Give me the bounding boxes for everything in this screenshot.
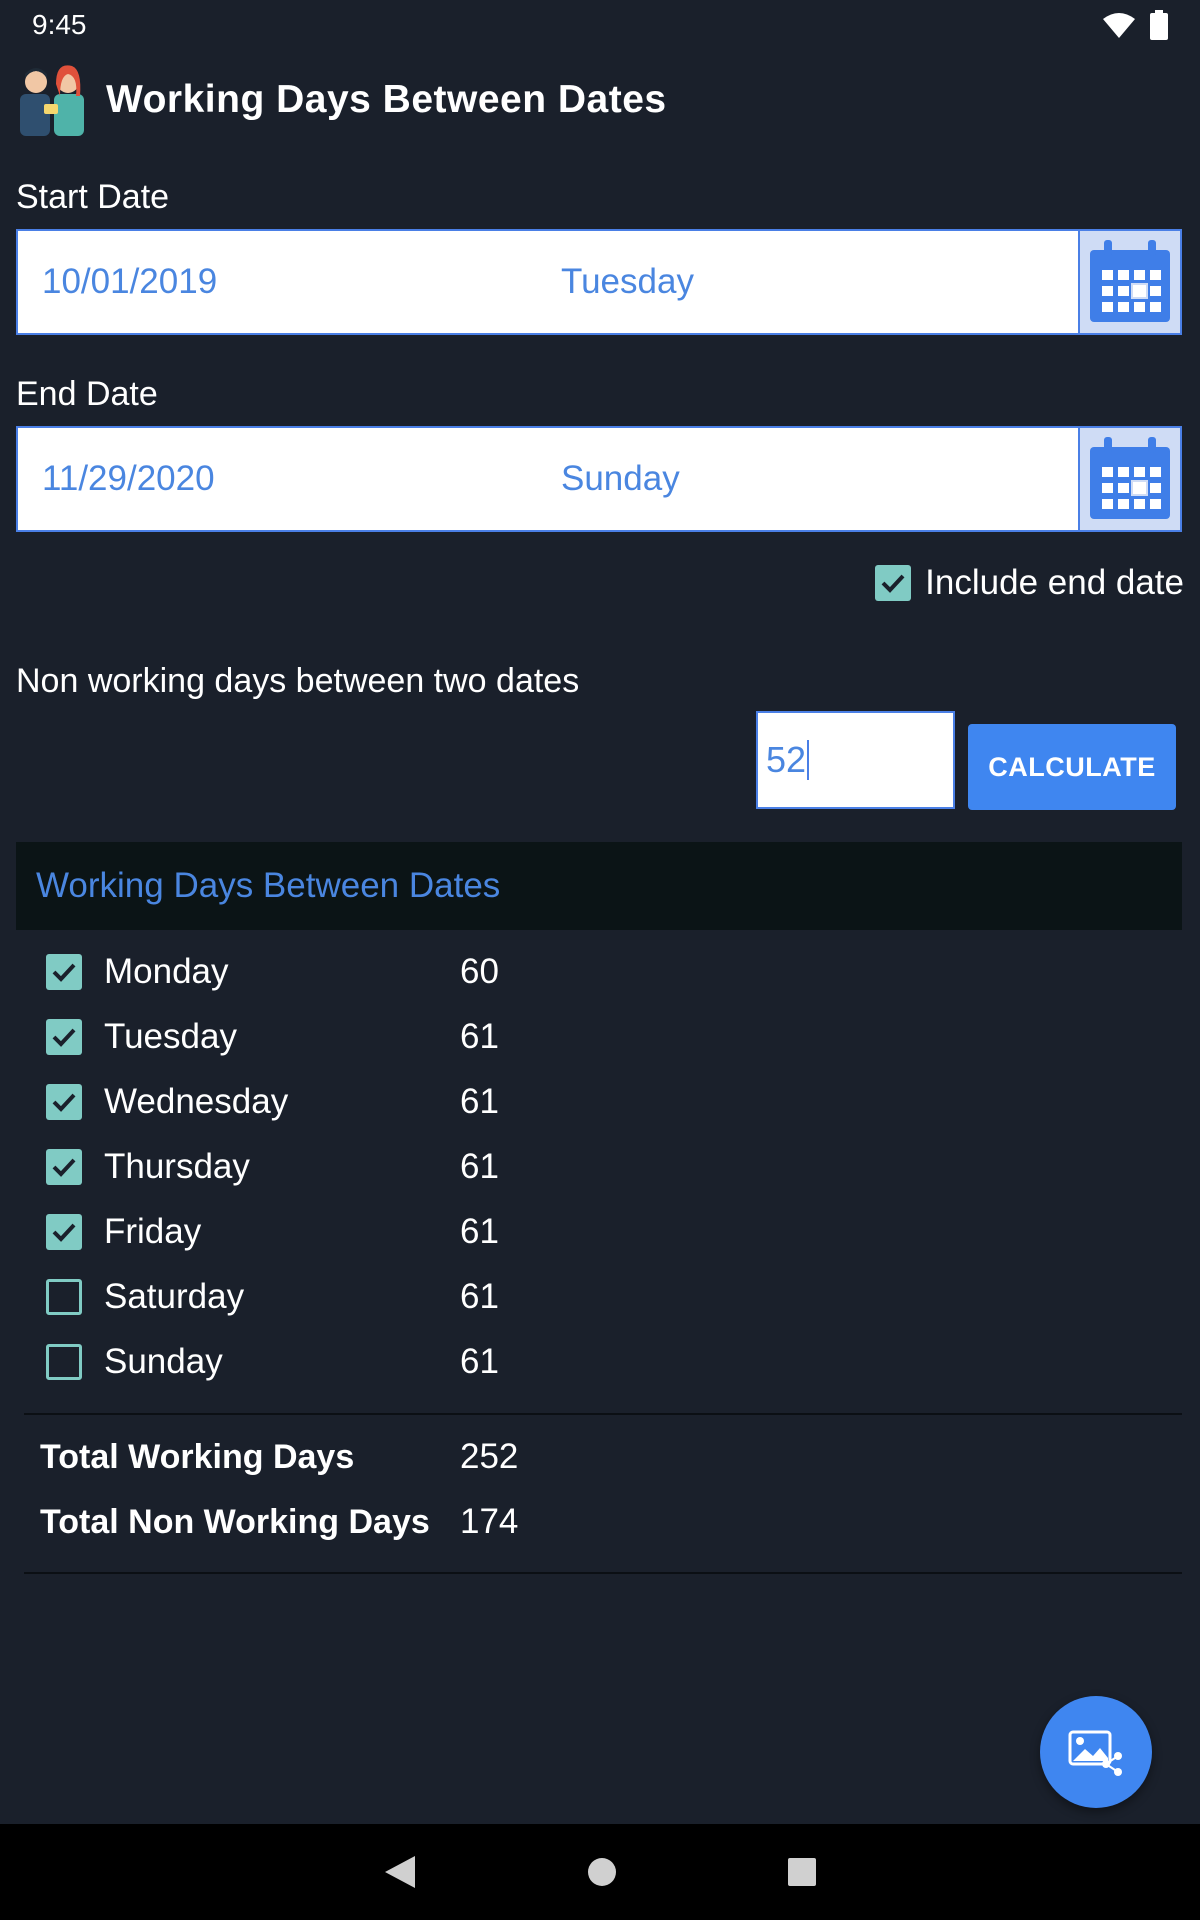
end-date-value: 11/29/2020 bbox=[42, 459, 215, 498]
calendar-icon bbox=[1090, 437, 1170, 519]
divider bbox=[24, 1572, 1182, 1574]
tuesday-checkbox[interactable] bbox=[46, 1019, 82, 1055]
day-row-monday: Monday 60 bbox=[46, 950, 646, 994]
thursday-checkbox[interactable] bbox=[46, 1149, 82, 1185]
back-icon[interactable] bbox=[383, 1854, 417, 1890]
start-date-field[interactable]: 10/01/2019 Tuesday bbox=[16, 229, 1182, 335]
status-icons bbox=[1102, 10, 1168, 40]
total-working-days-row: Total Working Days 252 bbox=[40, 1435, 740, 1479]
day-name: Tuesday bbox=[104, 1017, 237, 1056]
day-name: Wednesday bbox=[104, 1082, 289, 1121]
day-row-sunday: Sunday 61 bbox=[46, 1340, 646, 1384]
total-non-working-days-row: Total Non Working Days 174 bbox=[40, 1500, 740, 1544]
start-day-value: Tuesday bbox=[561, 262, 694, 301]
include-end-date-option[interactable]: Include end date bbox=[875, 563, 1184, 603]
day-name: Friday bbox=[104, 1212, 202, 1251]
total-working-days-label: Total Working Days bbox=[40, 1437, 355, 1476]
day-count: 60 bbox=[460, 952, 499, 991]
home-icon[interactable] bbox=[587, 1857, 617, 1887]
start-date-value: 10/01/2019 bbox=[42, 262, 218, 301]
day-row-friday: Friday 61 bbox=[46, 1210, 646, 1254]
day-count: 61 bbox=[460, 1017, 499, 1056]
include-end-date-label: Include end date bbox=[925, 563, 1184, 602]
results-header: Working Days Between Dates bbox=[16, 842, 1182, 930]
day-name: Monday bbox=[104, 952, 229, 991]
system-nav-bar bbox=[0, 1824, 1200, 1920]
end-calendar-button[interactable] bbox=[1078, 428, 1180, 530]
start-date-label: Start Date bbox=[16, 178, 170, 216]
include-end-date-checkbox[interactable] bbox=[875, 565, 912, 601]
status-time: 9:45 bbox=[32, 9, 87, 40]
people-logo bbox=[20, 65, 84, 136]
share-image-icon bbox=[1068, 1730, 1122, 1776]
non-working-days-input[interactable]: 52 bbox=[756, 711, 955, 809]
non-working-days-value: 52 bbox=[766, 739, 807, 780]
day-name: Saturday bbox=[104, 1277, 245, 1316]
check-icon bbox=[881, 574, 905, 593]
day-count: 61 bbox=[460, 1277, 499, 1316]
status-bar: 9:45 bbox=[0, 0, 1200, 50]
day-count: 61 bbox=[460, 1342, 499, 1381]
day-row-wednesday: Wednesday 61 bbox=[46, 1080, 646, 1124]
check-icon bbox=[52, 963, 76, 982]
calculate-button[interactable]: CALCULATE bbox=[968, 724, 1176, 810]
end-date-label: End Date bbox=[16, 375, 158, 413]
check-icon bbox=[52, 1223, 76, 1242]
day-count: 61 bbox=[460, 1082, 499, 1121]
recents-icon[interactable] bbox=[787, 1857, 817, 1887]
day-row-tuesday: Tuesday 61 bbox=[46, 1015, 646, 1059]
day-name: Thursday bbox=[104, 1147, 250, 1186]
wednesday-checkbox[interactable] bbox=[46, 1084, 82, 1120]
divider bbox=[24, 1413, 1182, 1415]
total-non-working-days-label: Total Non Working Days bbox=[40, 1502, 430, 1541]
day-row-thursday: Thursday 61 bbox=[46, 1145, 646, 1189]
wifi-icon bbox=[1103, 13, 1135, 38]
share-image-button[interactable] bbox=[1040, 1696, 1152, 1808]
app-title: Working Days Between Dates bbox=[106, 78, 667, 121]
check-icon bbox=[52, 1028, 76, 1047]
saturday-checkbox[interactable] bbox=[46, 1279, 82, 1315]
check-icon bbox=[52, 1093, 76, 1112]
friday-checkbox[interactable] bbox=[46, 1214, 82, 1250]
total-working-days-value: 252 bbox=[460, 1437, 519, 1476]
total-non-working-days-value: 174 bbox=[460, 1502, 519, 1541]
end-day-value: Sunday bbox=[561, 459, 680, 498]
day-name: Sunday bbox=[104, 1342, 223, 1381]
battery-icon bbox=[1150, 10, 1168, 40]
text-caret bbox=[807, 740, 810, 780]
start-calendar-button[interactable] bbox=[1078, 231, 1180, 333]
end-date-field[interactable]: 11/29/2020 Sunday bbox=[16, 426, 1182, 532]
non-working-days-label: Non working days between two dates bbox=[16, 662, 580, 700]
sunday-checkbox[interactable] bbox=[46, 1344, 82, 1380]
calendar-icon bbox=[1090, 240, 1170, 322]
app-bar: Working Days Between Dates bbox=[16, 60, 667, 140]
monday-checkbox[interactable] bbox=[46, 954, 82, 990]
check-icon bbox=[52, 1158, 76, 1177]
day-count: 61 bbox=[460, 1147, 499, 1186]
day-count: 61 bbox=[460, 1212, 499, 1251]
day-row-saturday: Saturday 61 bbox=[46, 1275, 646, 1319]
